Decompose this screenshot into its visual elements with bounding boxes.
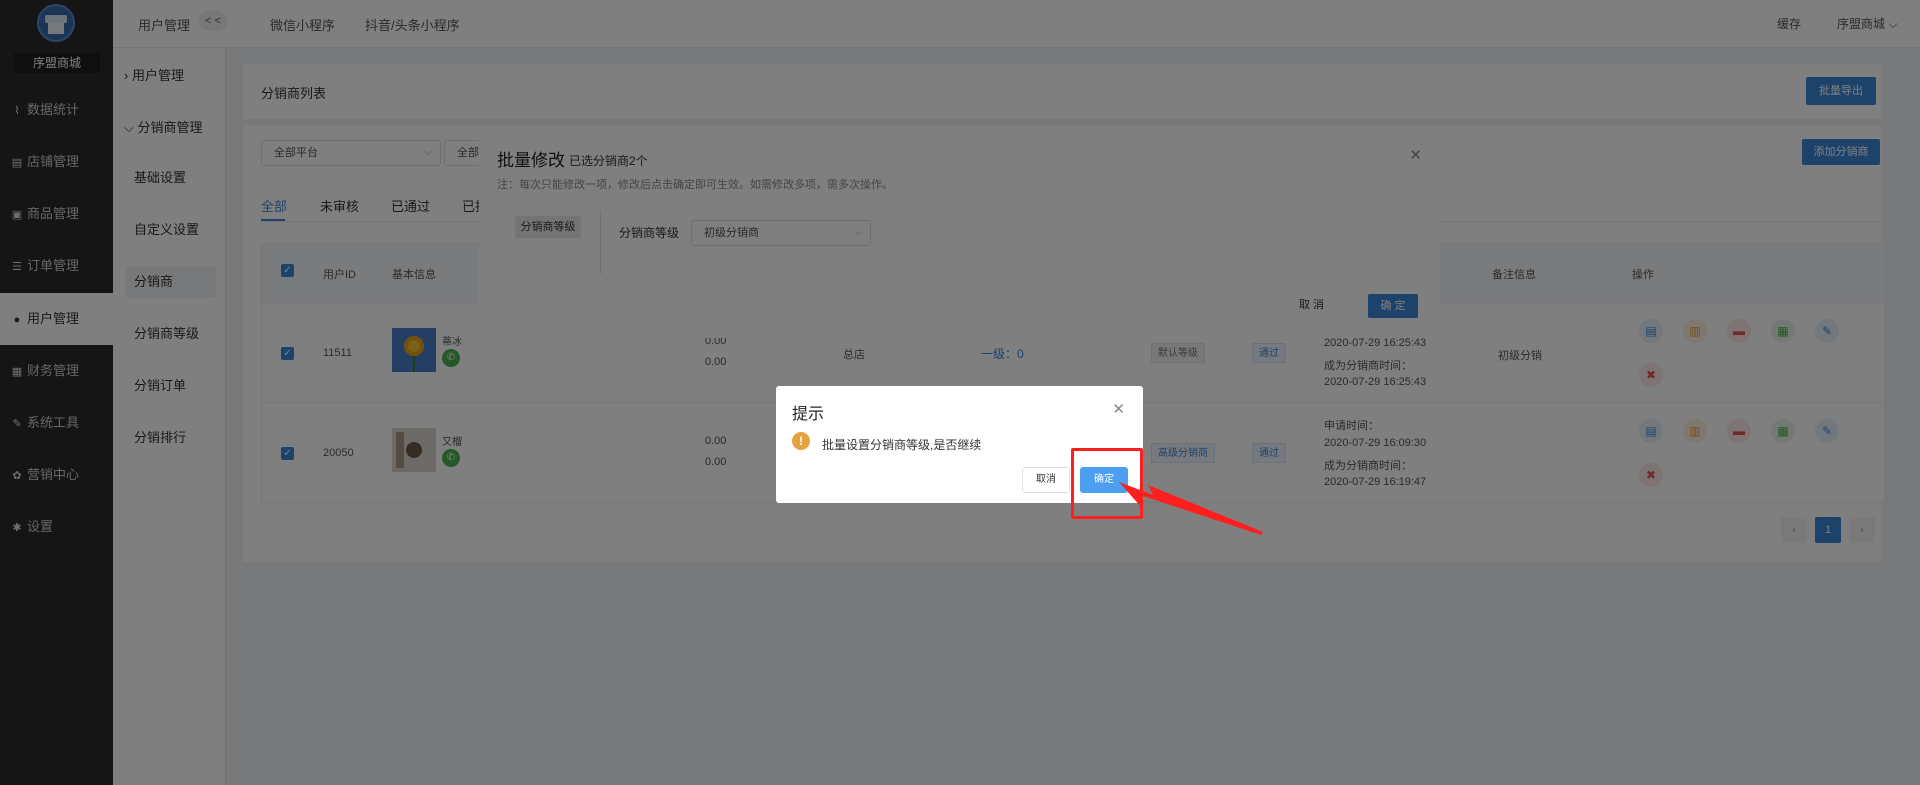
- annotation-arrow: [1119, 482, 1263, 535]
